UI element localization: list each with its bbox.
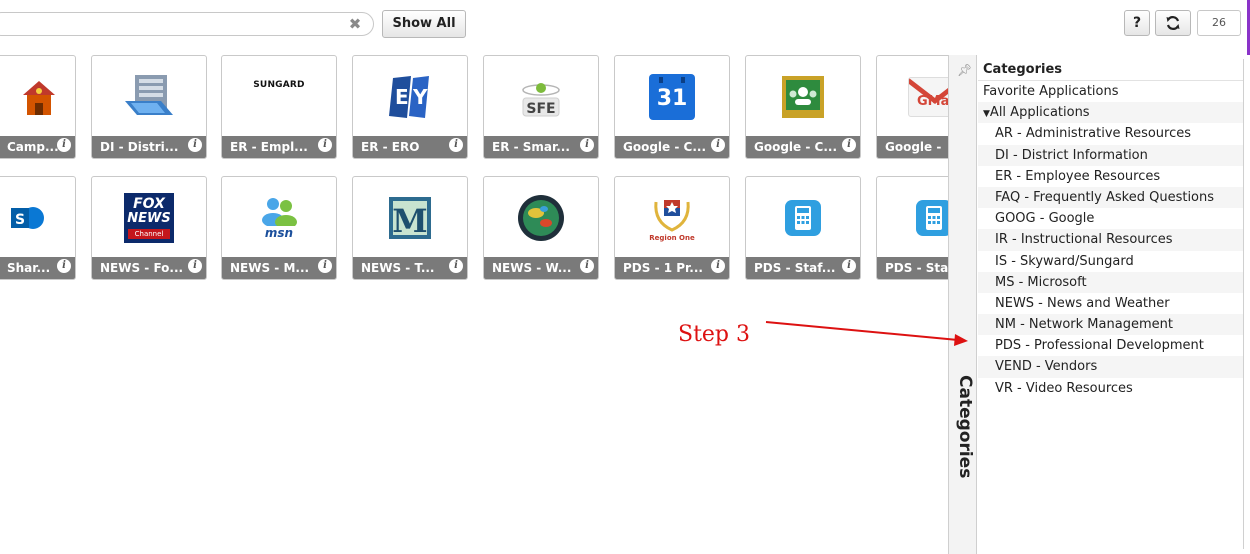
google-classroom-icon — [782, 76, 824, 118]
category-item[interactable]: FAQ - Frequently Asked Questions — [978, 186, 1243, 209]
app-tile[interactable]: Region One PDS - 1 Pr... i — [614, 176, 730, 280]
app-tile[interactable]: msn NEWS - M... i — [221, 176, 337, 280]
ero-icon: E Y — [389, 76, 429, 118]
app-tile[interactable]: NEWS - W... i — [483, 176, 599, 280]
info-icon[interactable]: i — [842, 259, 856, 273]
category-favorite-applications[interactable]: Favorite Applications — [978, 81, 1243, 102]
info-icon[interactable]: i — [449, 259, 463, 273]
svg-text:S: S — [15, 212, 25, 228]
info-icon[interactable]: i — [318, 138, 332, 152]
app-tile[interactable]: Google - C... i — [745, 55, 861, 159]
info-icon[interactable]: i — [580, 138, 594, 152]
msn-text: msn — [264, 226, 294, 240]
info-icon[interactable]: i — [57, 138, 71, 152]
app-tile[interactable]: 31 Google - C... i — [614, 55, 730, 159]
region-one-seal-icon — [654, 200, 690, 232]
app-count: 26 — [1197, 10, 1241, 36]
category-item[interactable]: IR - Instructional Resources — [978, 229, 1243, 251]
district-server-icon — [125, 75, 173, 115]
clear-search-icon[interactable]: ✖ — [347, 16, 363, 32]
region-one-text: Region One — [649, 234, 695, 242]
show-all-button[interactable]: Show All — [382, 10, 466, 38]
help-button[interactable]: ? — [1124, 10, 1150, 36]
category-item[interactable]: VR - Video Resources — [978, 378, 1243, 399]
app-tile[interactable]: PDS - Staf... i — [745, 176, 861, 280]
app-tile[interactable]: FOX NEWS Channel NEWS - Fo... i — [91, 176, 207, 280]
info-icon[interactable]: i — [318, 259, 332, 273]
google-calendar-icon: 31 — [649, 74, 695, 120]
school-icon — [23, 81, 55, 115]
sfe-text: SFE — [526, 101, 555, 117]
search-input[interactable]: ✖ — [0, 12, 374, 36]
category-all-applications[interactable]: ▼All Applications — [978, 102, 1243, 124]
app-tile[interactable]: Camp... i — [0, 55, 76, 159]
info-icon[interactable]: i — [711, 259, 725, 273]
app-tile[interactable]: SUNGARD ER - Empl... i — [221, 55, 337, 159]
info-icon[interactable]: i — [188, 138, 202, 152]
category-item[interactable]: DI - District Information — [978, 144, 1243, 166]
pin-icon[interactable]: 📌︎ — [957, 63, 972, 77]
svg-text:E: E — [395, 85, 409, 109]
info-icon[interactable]: i — [711, 138, 725, 152]
calculator-app-icon — [785, 200, 821, 236]
app-tile[interactable]: SFE ER - Smar... i — [483, 55, 599, 159]
msn-people-icon — [262, 198, 297, 226]
category-item[interactable]: AR - Administrative Resources — [978, 123, 1243, 144]
info-icon[interactable]: i — [449, 138, 463, 152]
app-launcher-page: ✖ Show All ? 26 Camp... i DI - Distri...… — [0, 0, 1250, 554]
app-tile[interactable]: E Y ER - ERO i — [352, 55, 468, 159]
refresh-button[interactable] — [1155, 10, 1191, 36]
refresh-icon — [1166, 16, 1180, 30]
svg-text:M: M — [392, 202, 427, 240]
info-icon[interactable]: i — [57, 259, 71, 273]
categories-side-title: Categories — [955, 375, 975, 479]
categories-panel: 📌︎ Categories Categories Favorite Applic… — [948, 55, 1250, 554]
category-item[interactable]: VEND - Vendors — [978, 356, 1243, 378]
category-all-label: All Applications — [989, 105, 1090, 121]
categories-list: Categories Favorite Applications ▼All Ap… — [978, 59, 1244, 549]
fox-news-icon: FOX NEWS Channel — [124, 193, 174, 243]
step-annotation-label: Step 3 — [678, 322, 751, 347]
sharepoint-icon: S — [11, 207, 44, 229]
category-item[interactable]: NM - Network Management — [978, 314, 1243, 336]
app-tile[interactable]: DI - Distri... i — [91, 55, 207, 159]
categories-header: Categories — [978, 59, 1243, 81]
svg-text:Y: Y — [412, 85, 428, 109]
info-icon[interactable]: i — [580, 259, 594, 273]
sungard-logo: SUNGARD — [253, 80, 305, 90]
category-item[interactable]: ER - Employee Resources — [978, 166, 1243, 187]
calendar-day: 31 — [656, 86, 688, 111]
category-item-professional-development[interactable]: PDS - Professional Development — [978, 335, 1243, 356]
category-item[interactable]: MS - Microsoft — [978, 271, 1243, 293]
caret-down-icon: ▼ — [983, 109, 990, 120]
weather-globe-icon — [518, 195, 564, 241]
categories-side-tab[interactable]: 📌︎ Categories — [949, 55, 977, 554]
sfe-icon: SFE — [522, 83, 560, 117]
app-tile[interactable]: M NEWS - T... i — [352, 176, 468, 280]
info-icon[interactable]: i — [188, 259, 202, 273]
category-item[interactable]: NEWS - News and Weather — [978, 293, 1243, 314]
category-item[interactable]: IS - Skyward/Sungard — [978, 251, 1243, 272]
app-tile[interactable]: S Shar... i — [0, 176, 76, 280]
news-m-icon: M — [389, 197, 431, 240]
info-icon[interactable]: i — [842, 138, 856, 152]
category-item[interactable]: GOOG - Google — [978, 208, 1243, 229]
